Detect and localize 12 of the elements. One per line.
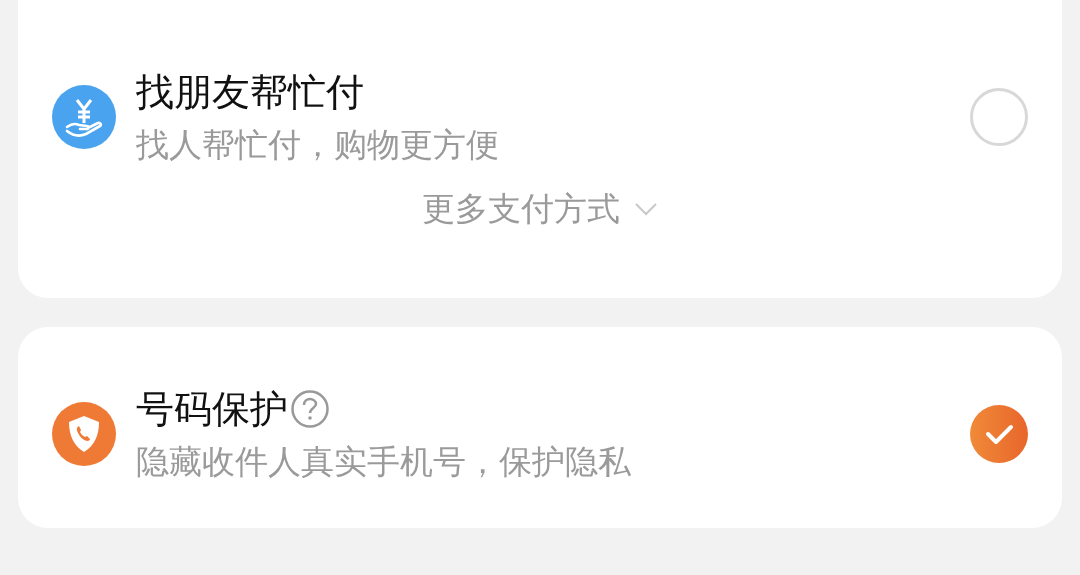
checkbox[interactable] bbox=[970, 405, 1028, 463]
chevron-down-icon bbox=[634, 202, 658, 216]
option-title: 找朋友帮忙付 bbox=[136, 69, 365, 116]
option-title: 号码保护 bbox=[136, 386, 288, 433]
option-subtitle: 隐藏收件人真实手机号，保护隐私 bbox=[136, 441, 632, 483]
option-subtitle: 找人帮忙付，购物更方便 bbox=[136, 124, 500, 166]
more-payment-button[interactable]: 更多支付方式 bbox=[422, 179, 658, 239]
hand-coin-icon bbox=[52, 85, 116, 149]
radio-button[interactable] bbox=[970, 88, 1028, 146]
check-icon bbox=[984, 423, 1014, 445]
help-icon[interactable] bbox=[290, 389, 330, 429]
shield-phone-icon bbox=[52, 402, 116, 466]
